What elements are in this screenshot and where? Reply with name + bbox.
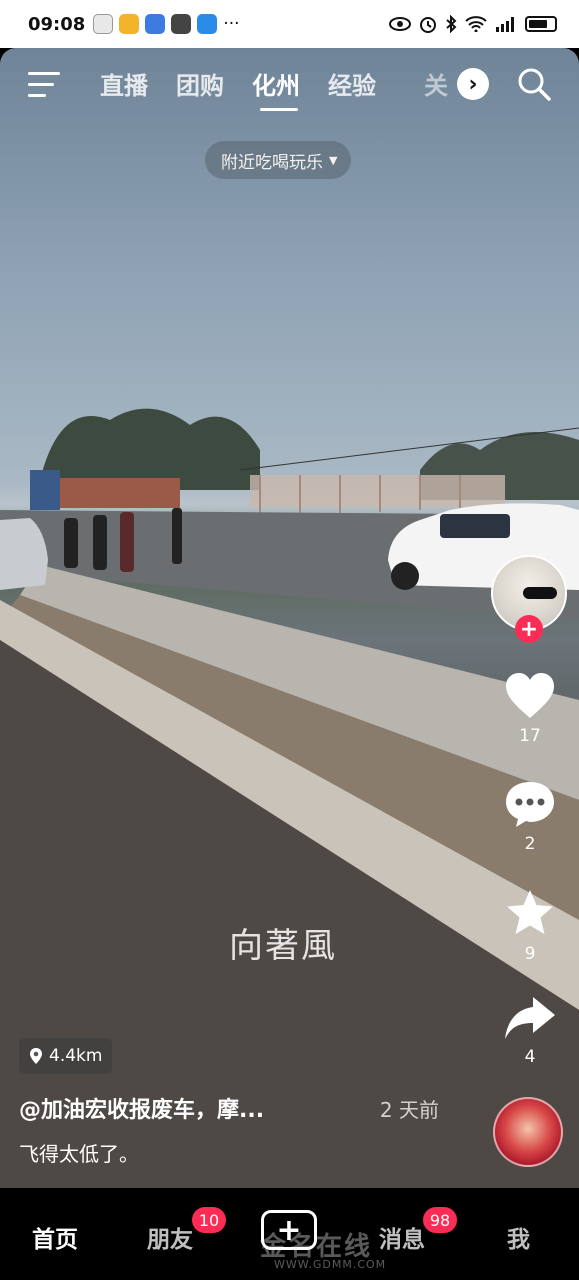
favorite-button[interactable]: 9 bbox=[501, 888, 559, 964]
post-author-line: @加油宏收报废车，摩... 2 天前 bbox=[19, 1092, 439, 1124]
favorite-count: 9 bbox=[524, 944, 536, 964]
caret-down-icon: ▼ bbox=[329, 153, 338, 167]
status-time: 09:08 bbox=[28, 13, 86, 35]
comment-icon bbox=[506, 782, 554, 827]
like-count: 17 bbox=[519, 726, 541, 746]
author-name[interactable]: @加油宏收报废车，摩... bbox=[19, 1092, 264, 1124]
alarm-icon bbox=[420, 17, 436, 33]
eye-icon bbox=[389, 17, 411, 31]
chevron-right-icon: › bbox=[468, 71, 478, 97]
location-chip[interactable]: 4.4km bbox=[19, 1038, 113, 1074]
creator-avatar[interactable]: + bbox=[491, 555, 567, 643]
site-watermark: 金名在线 WWW.GDMM.COM bbox=[200, 1226, 400, 1276]
app-notification-icon bbox=[93, 14, 114, 34]
feed-tabs: 直播 团购 化州 经验 bbox=[100, 66, 376, 111]
status-bar: 09:08 ··· bbox=[0, 0, 579, 48]
hand-notification-icon bbox=[171, 14, 192, 34]
top-nav: 直播 团购 化州 经验 关 › bbox=[0, 58, 579, 118]
location-pin-icon bbox=[30, 1048, 42, 1064]
battery-icon bbox=[525, 16, 557, 32]
app2-notification-icon bbox=[197, 14, 218, 34]
music-disc-avatar[interactable] bbox=[493, 1097, 563, 1167]
menu-icon[interactable] bbox=[28, 72, 62, 100]
more-notifications: ··· bbox=[223, 14, 240, 34]
tab-group-buy[interactable]: 团购 bbox=[176, 66, 224, 101]
messages-badge: 98 bbox=[423, 1207, 457, 1233]
site-watermark-url: WWW.GDMM.COM bbox=[274, 1258, 387, 1271]
video-watermark-text: 向著風 bbox=[229, 926, 337, 966]
share-count: 4 bbox=[524, 1047, 536, 1067]
nearby-food-fun-dropdown[interactable]: 附近吃喝玩乐 ▼ bbox=[205, 141, 352, 179]
nav-home[interactable]: 首页 bbox=[32, 1220, 78, 1254]
shield-notification-icon bbox=[145, 14, 166, 34]
more-tabs-button[interactable]: › bbox=[457, 68, 489, 100]
browser-notification-icon bbox=[119, 14, 140, 34]
heart-icon bbox=[506, 673, 554, 718]
bottom-nav: 首页 朋友 10 + 消息 98 我 金名在线 WWW.GDMM.COM bbox=[0, 1188, 579, 1280]
tab-following-partial[interactable]: 关 bbox=[424, 66, 458, 106]
comment-count: 2 bbox=[524, 834, 536, 854]
search-icon[interactable] bbox=[516, 66, 552, 102]
location-distance: 4.4km bbox=[49, 1046, 103, 1066]
signal-icon bbox=[496, 17, 514, 32]
comment-button[interactable]: 2 bbox=[501, 780, 559, 854]
follow-button[interactable]: + bbox=[515, 615, 543, 643]
wifi-icon bbox=[465, 16, 487, 32]
nearby-pill-label: 附近吃喝玩乐 bbox=[221, 152, 323, 173]
tab-live[interactable]: 直播 bbox=[100, 66, 148, 101]
notification-icons: ··· bbox=[93, 14, 240, 34]
tab-experience[interactable]: 经验 bbox=[328, 66, 376, 101]
share-arrow-icon bbox=[505, 997, 555, 1039]
like-button[interactable]: 17 bbox=[501, 672, 559, 746]
nav-me[interactable]: 我 bbox=[507, 1220, 530, 1254]
share-button[interactable]: 4 bbox=[501, 995, 559, 1067]
post-description[interactable]: 飞得太低了。 bbox=[19, 1138, 139, 1167]
star-icon bbox=[507, 890, 553, 934]
tab-local-city[interactable]: 化州 bbox=[252, 66, 300, 111]
post-time: 2 天前 bbox=[379, 1098, 439, 1122]
nav-friends[interactable]: 朋友 bbox=[147, 1220, 193, 1254]
bluetooth-icon bbox=[446, 15, 457, 33]
